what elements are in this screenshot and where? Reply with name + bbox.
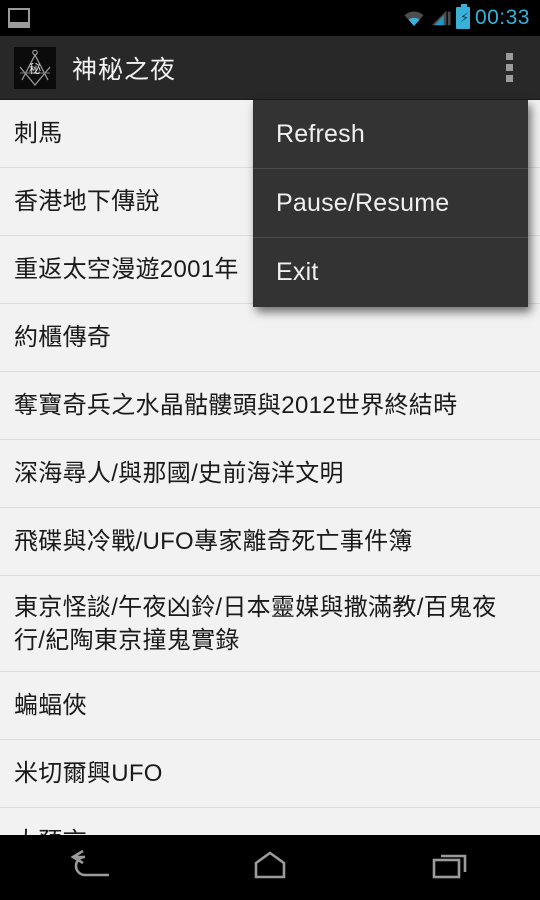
list-item[interactable]: 蝙蝠俠 (0, 672, 540, 740)
list-item[interactable]: 東京怪談/午夜凶鈴/日本靈媒與撒滿教/百鬼夜行/紀陶東京撞鬼實錄 (0, 576, 540, 672)
list-item[interactable]: 奪寶奇兵之水晶骷髏頭與2012世界終結時 (0, 372, 540, 440)
list-item[interactable]: 米切爾興UFO (0, 740, 540, 808)
page-title: 神秘之夜 (72, 55, 177, 84)
status-bar: ⚡ 00:33 (0, 0, 540, 36)
app-icon-glyph: 秘 (29, 62, 41, 76)
overflow-menu-icon[interactable] (492, 44, 526, 92)
menu-item-exit[interactable]: Exit (253, 238, 528, 307)
status-bar-right-cluster: ⚡ 00:33 (402, 4, 530, 30)
recents-icon (429, 849, 471, 886)
list-item[interactable]: 深海尋人/與那國/史前海洋文明 (0, 440, 540, 508)
list-item[interactable]: 大預言 (0, 808, 540, 835)
overflow-dot (505, 53, 513, 60)
recents-button[interactable] (395, 835, 505, 900)
home-icon (249, 849, 291, 886)
list-item[interactable]: 約櫃傳奇 (0, 304, 540, 372)
wifi-icon (402, 9, 426, 27)
app-screen: ⚡ 00:33 秘 神秘之夜 刺馬 香港地下傳說 重返太空漫遊2001年 約櫃傳… (0, 0, 540, 900)
image-notification-icon (8, 8, 30, 28)
overflow-dot (505, 75, 513, 82)
menu-item-refresh[interactable]: Refresh (253, 100, 528, 169)
overflow-menu[interactable]: Refresh Pause/Resume Exit (253, 100, 528, 307)
signal-bars-icon (431, 9, 451, 27)
overflow-dot (505, 64, 513, 71)
status-bar-clock: 00:33 (474, 6, 530, 29)
battery-charging-icon: ⚡ (455, 4, 470, 29)
home-button[interactable] (215, 835, 325, 900)
list-item[interactable]: 飛碟與冷戰/UFO專家離奇死亡事件簿 (0, 508, 540, 576)
menu-item-pause-resume[interactable]: Pause/Resume (253, 169, 528, 238)
back-button[interactable] (35, 835, 145, 900)
masonic-square-compass-icon: 秘 (14, 46, 56, 89)
action-bar: 秘 神秘之夜 (0, 36, 540, 100)
navigation-bar (0, 835, 540, 900)
back-arrow-icon (69, 849, 111, 886)
